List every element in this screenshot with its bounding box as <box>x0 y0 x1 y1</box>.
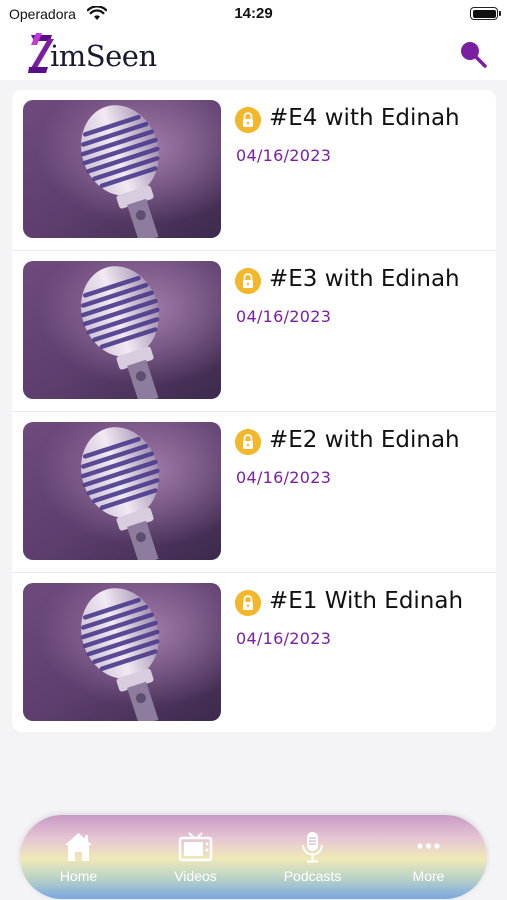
tab-label: Podcasts <box>283 868 342 884</box>
episode-title: #E4 with Edinah <box>269 105 460 131</box>
episode-date: 04/16/2023 <box>236 468 332 487</box>
app-header: imSeen <box>0 28 507 80</box>
episode-title: #E2 with Edinah <box>269 427 460 453</box>
tab-podcasts[interactable]: Podcasts <box>254 815 371 899</box>
episode-title: #E3 with Edinah <box>269 266 460 292</box>
episode-thumbnail <box>23 261 221 399</box>
clock: 14:29 <box>234 5 273 22</box>
episode-list: #E4 with Edinah 04/16/2023 #E3 with Edin… <box>12 90 496 732</box>
tv-icon <box>178 832 213 862</box>
tab-home[interactable]: Home <box>20 815 137 899</box>
episode-date: 04/16/2023 <box>236 307 332 326</box>
episode-date: 04/16/2023 <box>236 146 332 165</box>
episode-row[interactable]: #E1 With Edinah 04/16/2023 <box>12 573 496 734</box>
tab-label: Home <box>59 868 98 884</box>
microphone-icon <box>302 832 323 863</box>
more-icon <box>417 843 440 849</box>
home-icon <box>65 833 92 861</box>
episode-thumbnail <box>23 583 221 721</box>
episode-thumbnail <box>23 100 221 238</box>
lock-icon <box>235 429 261 455</box>
tab-more[interactable]: More <box>370 815 487 899</box>
tab-label: Videos <box>174 868 217 884</box>
tab-label: More <box>412 868 445 884</box>
logo-text: imSeen <box>50 39 157 73</box>
tab-bar: Home Videos Podcasts More <box>20 815 487 899</box>
episode-date: 04/16/2023 <box>236 629 332 648</box>
episode-thumbnail <box>23 422 221 560</box>
lock-icon <box>235 590 261 616</box>
status-bar: Operadora 14:29 <box>0 0 507 28</box>
battery-icon <box>470 7 501 20</box>
episode-row[interactable]: #E4 with Edinah 04/16/2023 <box>12 90 496 251</box>
episode-row[interactable]: #E3 with Edinah 04/16/2023 <box>12 251 496 412</box>
search-icon[interactable] <box>457 38 489 70</box>
tab-videos[interactable]: Videos <box>137 815 254 899</box>
lock-icon <box>235 107 261 133</box>
lock-icon <box>235 268 261 294</box>
episode-title: #E1 With Edinah <box>269 588 464 614</box>
episode-row[interactable]: #E2 with Edinah 04/16/2023 <box>12 412 496 573</box>
